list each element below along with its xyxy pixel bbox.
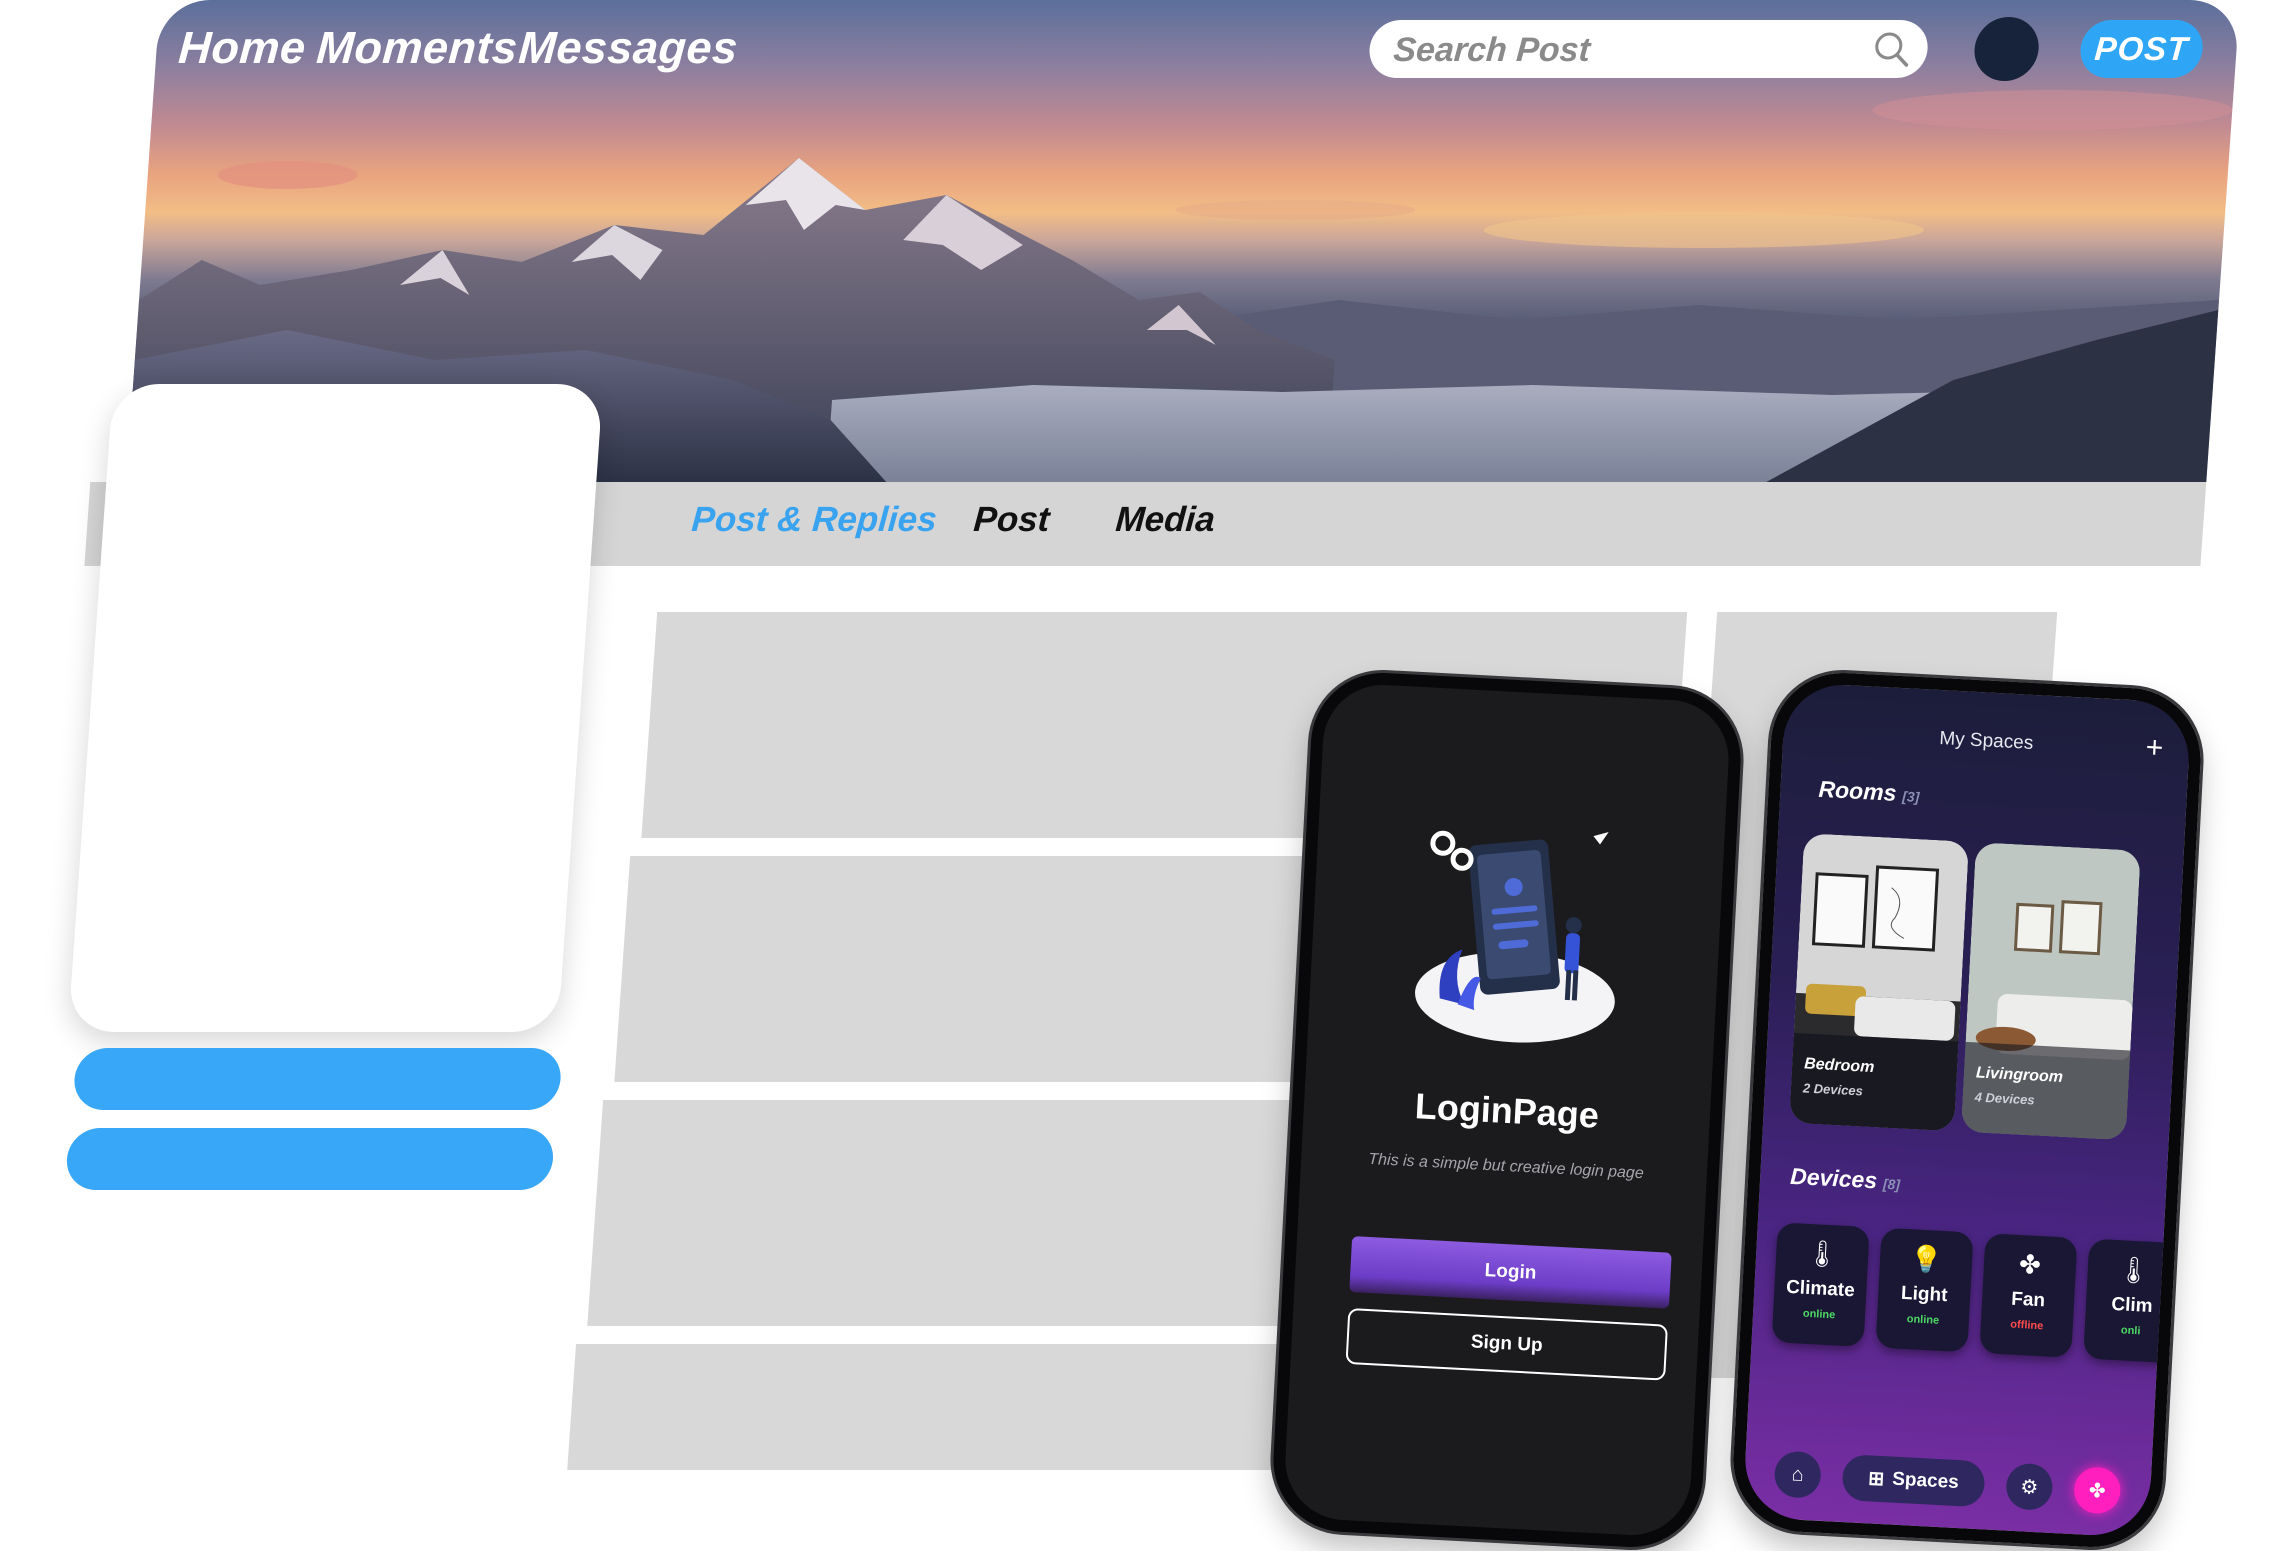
rooms-heading: Rooms [3] (1818, 776, 1920, 808)
bulb-icon: 💡 (1909, 1243, 1944, 1275)
profile-action-button[interactable] (72, 1048, 563, 1110)
home-icon[interactable]: ⌂ (1773, 1450, 1822, 1499)
rooms-label: Rooms (1817, 775, 1898, 806)
device-name: Clim (2110, 1293, 2154, 1317)
login-illustration-icon (1415, 830, 1615, 1043)
device-name: Climate (1785, 1276, 1856, 1302)
nav-messages-link[interactable]: Messages (517, 22, 740, 74)
devices-label: Devices (1789, 1162, 1878, 1194)
device-status: onli (2120, 1324, 2141, 1338)
spaces-tab-button[interactable]: ⊞ Spaces (1841, 1454, 1986, 1508)
fan-action-icon[interactable]: ✤ (2073, 1466, 2122, 1515)
login-description: This is a simple but creative login page (1367, 1150, 1645, 1183)
profile-secondary-button[interactable] (64, 1128, 556, 1190)
room-name: Bedroom (1803, 1055, 1875, 1077)
room-card-bedroom[interactable]: Bedroom 2 Devices (1789, 833, 1970, 1132)
nav-moments-link[interactable]: Moments (315, 22, 520, 74)
device-climate-2[interactable]: 🌡 Clim onli (2083, 1238, 2182, 1364)
my-spaces-title: My Spaces (1938, 728, 2034, 754)
search-icon[interactable] (1870, 29, 1913, 69)
post-button[interactable]: POST (2078, 20, 2205, 78)
login-button[interactable]: Login (1349, 1236, 1672, 1309)
thermometer-icon: 🌡 (1805, 1237, 1840, 1270)
bottom-navigation: ⌂ ⊞ Spaces ⚙ ✤ (1742, 1437, 2152, 1538)
search-input[interactable] (1389, 20, 1864, 80)
device-climate[interactable]: 🌡 Climate online (1771, 1222, 1870, 1347)
smart-home-phone-mockup: My Spaces + Rooms [3] Bedroom 2 Devices L… (1729, 669, 2205, 1551)
search-bar[interactable] (1367, 20, 1930, 80)
tab-post[interactable]: Post (972, 500, 1051, 540)
device-status: online (1802, 1307, 1836, 1322)
room-device-count: 2 Devices (1802, 1080, 1864, 1099)
plus-icon[interactable]: + (2145, 731, 2164, 766)
device-name: Fan (2010, 1288, 2046, 1312)
device-status: offline (2010, 1318, 2044, 1333)
device-name: Light (1900, 1282, 1949, 1307)
spaces-icon: ⊞ (1867, 1467, 1885, 1490)
nav-home-link[interactable]: Home (177, 22, 308, 74)
login-phone-mockup: LoginPage This is a simple but creative … (1269, 669, 1745, 1551)
room-device-count: 4 Devices (1974, 1089, 2036, 1108)
spaces-label: Spaces (1891, 1468, 1960, 1494)
signup-button[interactable]: Sign Up (1345, 1307, 1668, 1381)
device-fan[interactable]: ✤ Fan offline (1979, 1233, 2078, 1358)
fan-icon: ✤ (2018, 1248, 2042, 1281)
devices-heading: Devices [8] (1790, 1163, 1901, 1196)
thermometer-icon: 🌡 (2116, 1254, 2152, 1286)
profile-card (67, 384, 604, 1032)
rooms-count: [3] (1901, 788, 1920, 806)
login-title: LoginPage (1414, 1085, 1600, 1136)
tab-post-and-replies[interactable]: Post & Replies (690, 500, 938, 540)
tab-media[interactable]: Media (1114, 500, 1216, 540)
settings-icon[interactable]: ⚙ (2005, 1462, 2054, 1511)
device-light[interactable]: 💡 Light online (1875, 1227, 1974, 1353)
device-status: online (1906, 1313, 1940, 1327)
devices-count: [8] (1882, 1175, 1901, 1193)
room-card-livingroom[interactable]: Livingroom 4 Devices (1960, 842, 2141, 1141)
